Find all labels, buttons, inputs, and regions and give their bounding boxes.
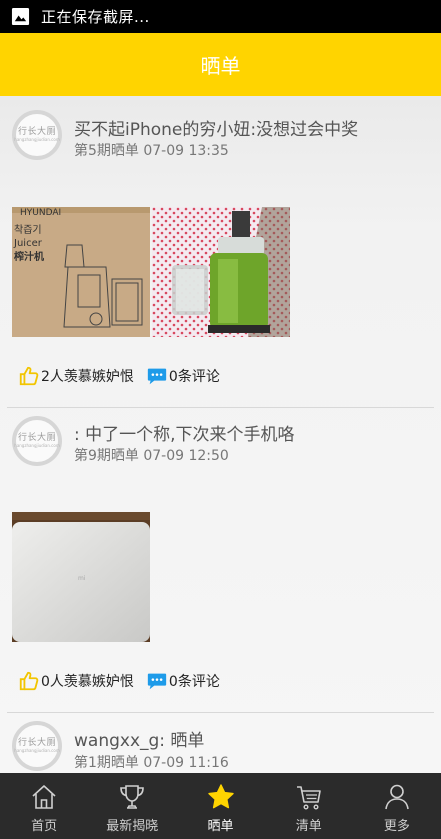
comment-count: 0条评论 bbox=[168, 674, 220, 690]
page-title: 晒单 bbox=[200, 54, 241, 78]
avatar-logo-text: 行长大厕 bbox=[17, 738, 56, 748]
trophy-icon bbox=[120, 785, 145, 809]
comment-button[interactable]: 0条评论 bbox=[146, 365, 220, 387]
avatar[interactable]: 行长大厕 hangzhangjiudian.com bbox=[12, 721, 62, 771]
like-count: 0人羡慕嫉妒恨 bbox=[41, 674, 134, 690]
tab-label: 晒单 bbox=[207, 819, 234, 834]
post-title[interactable]: : 中了一个称,下次来个手机咯 bbox=[74, 420, 295, 445]
like-button[interactable]: 0人羡慕嫉妒恨 bbox=[18, 670, 134, 692]
avatar-logo-subtext: hangzhangjiudian.com bbox=[14, 748, 60, 753]
tab-showcase[interactable]: 晒单 bbox=[176, 773, 264, 839]
tab-label: 更多 bbox=[383, 819, 410, 834]
comment-button[interactable]: 0条评论 bbox=[146, 670, 220, 692]
avatar[interactable]: 行长大厕 hangzhangjiudian.com bbox=[12, 110, 62, 160]
like-count: 2人羡慕嫉妒恨 bbox=[41, 369, 134, 385]
cart-icon bbox=[296, 786, 321, 810]
post-photo[interactable]: HYUNDAI 착즙기 Juicer 榨汁机 bbox=[12, 207, 150, 337]
photo-cn-text: 榨汁机 bbox=[13, 250, 44, 263]
photo-brand-text: HYUNDAI bbox=[20, 208, 61, 218]
avatar[interactable]: 行长大厕 hangzhangjiudian.com bbox=[12, 416, 62, 466]
status-bar: 正在保存截屏... bbox=[0, 0, 441, 33]
screenshot-icon bbox=[11, 7, 30, 26]
tab-label: 最新揭晓 bbox=[106, 819, 159, 834]
tab-label: 首页 bbox=[31, 819, 58, 834]
avatar-logo-text: 行长大厕 bbox=[17, 433, 56, 443]
list-item[interactable]: 行长大厕 hangzhangjiudian.com : 中了一个称,下次来个手机… bbox=[0, 408, 441, 713]
like-button[interactable]: 2人羡慕嫉妒恨 bbox=[18, 365, 134, 387]
post-title[interactable]: wangxx_g: 晒单 bbox=[74, 726, 204, 751]
star-icon bbox=[207, 784, 234, 809]
comment-count: 0条评论 bbox=[168, 369, 220, 385]
screen: 正在保存截屏... 晒单 行长大厕 hangzhangjiudian.com 买… bbox=[0, 0, 441, 839]
person-icon bbox=[385, 784, 409, 810]
comment-icon bbox=[147, 673, 167, 690]
thumbs-up-icon bbox=[19, 366, 39, 386]
avatar-logo-subtext: hangzhangjiudian.com bbox=[14, 137, 60, 142]
scale-logo-text: mi bbox=[78, 575, 86, 582]
post-title[interactable]: 买不起iPhone的穷小妞:没想过会中奖 bbox=[74, 115, 358, 140]
post-meta: 第5期晒单 07-09 13:35 bbox=[74, 143, 229, 159]
post-actions: 2人羡慕嫉妒恨 0条评论 bbox=[18, 364, 232, 388]
thumbs-up-icon bbox=[19, 671, 39, 691]
app-bar: 晒单 bbox=[0, 33, 441, 96]
tab-more[interactable]: 更多 bbox=[353, 773, 441, 839]
tab-latest-results[interactable]: 最新揭晓 bbox=[88, 773, 176, 839]
status-text: 正在保存截屏... bbox=[41, 8, 150, 26]
bottom-tab-bar: 首页 最新揭晓 晒单 清单 更多 bbox=[0, 773, 441, 839]
tab-list[interactable]: 清单 bbox=[265, 773, 353, 839]
post-meta: 第9期晒单 07-09 12:50 bbox=[74, 448, 229, 464]
post-photo[interactable]: mi bbox=[12, 512, 150, 642]
feed-list[interactable]: 行长大厕 hangzhangjiudian.com 买不起iPhone的穷小妞:… bbox=[0, 96, 441, 773]
photo-en-text: Juicer bbox=[13, 238, 43, 249]
list-item[interactable]: 行长大厕 hangzhangjiudian.com 买不起iPhone的穷小妞:… bbox=[0, 96, 441, 408]
avatar-logo-subtext: hangzhangjiudian.com bbox=[14, 443, 60, 448]
home-icon bbox=[32, 785, 56, 809]
post-actions: 0人羡慕嫉妒恨 0条评论 bbox=[18, 669, 232, 693]
tab-home[interactable]: 首页 bbox=[0, 773, 88, 839]
tab-label: 清单 bbox=[295, 819, 322, 834]
list-item[interactable]: 行长大厕 hangzhangjiudian.com wangxx_g: 晒单 第… bbox=[0, 713, 441, 773]
post-photo[interactable] bbox=[152, 207, 290, 337]
post-meta: 第1期晒单 07-09 11:16 bbox=[74, 755, 229, 771]
photo-kr-text: 착즙기 bbox=[14, 224, 42, 236]
comment-icon bbox=[147, 368, 167, 385]
avatar-logo-text: 行长大厕 bbox=[17, 127, 56, 137]
